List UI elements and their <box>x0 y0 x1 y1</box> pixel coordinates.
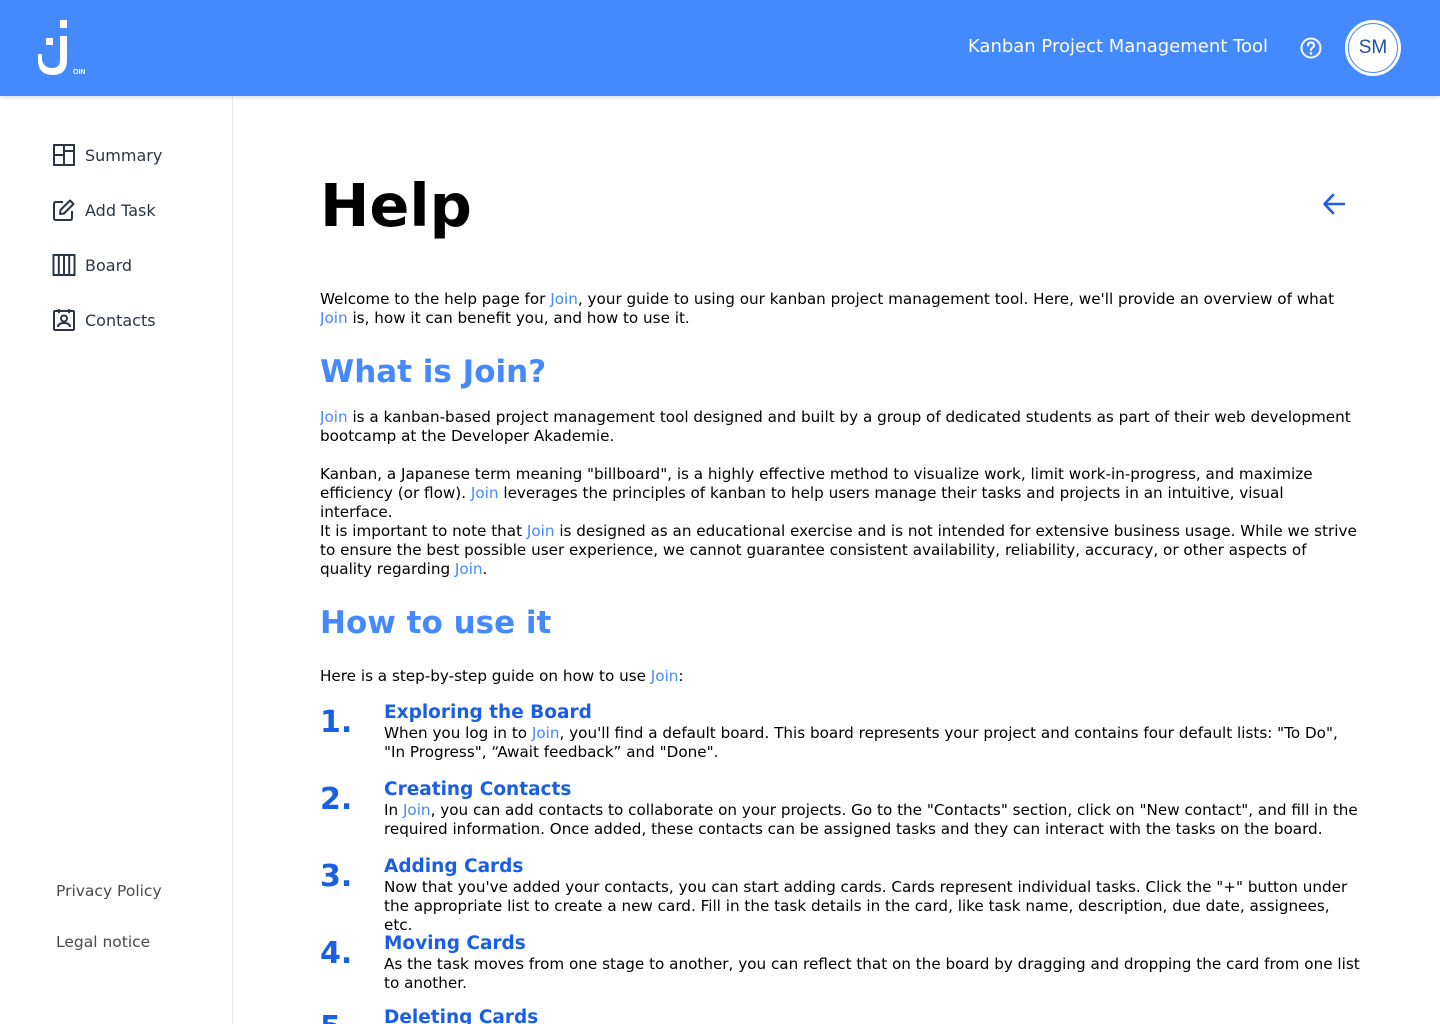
join-link[interactable]: Join <box>471 484 499 502</box>
join-link[interactable]: Join <box>550 290 578 308</box>
section-title-what: What is Join? <box>320 354 547 390</box>
step-number: 3. <box>320 859 353 894</box>
intro-paragraph: Welcome to the help page for Join, your … <box>320 290 1335 327</box>
sidebar-item-label: Board <box>85 255 133 275</box>
logo-text: OIN <box>73 69 85 76</box>
sidebar: Summary Add Task Board Contacts Privacy … <box>0 96 233 1024</box>
join-link[interactable]: Join <box>527 522 555 540</box>
step-text: In Join, you can add contacts to collabo… <box>384 801 1358 838</box>
join-link[interactable]: Join <box>455 560 483 578</box>
sidebar-item-label: Summary <box>85 145 163 165</box>
main-content: Help Welcome to the help page for Join, … <box>320 96 1360 1024</box>
step-title: Adding Cards <box>384 856 524 877</box>
step-number: 5. <box>320 1010 352 1024</box>
sidebar-item-label: Add Task <box>85 200 156 220</box>
sidebar-item-label: Contacts <box>85 310 156 330</box>
sidebar-item-add-task[interactable]: Add Task <box>52 197 156 223</box>
sidebar-item-contacts[interactable]: Contacts <box>52 307 156 333</box>
legal-notice-link[interactable]: Legal notice <box>56 933 150 951</box>
help-icon[interactable] <box>1300 37 1322 59</box>
step-number: 2. <box>320 782 353 817</box>
user-initials: SM <box>1349 24 1397 72</box>
what-paragraph-3: It is important to note that Join is des… <box>320 522 1357 578</box>
privacy-policy-link[interactable]: Privacy Policy <box>56 882 162 900</box>
top-header: OIN Kanban Project Management Tool SM <box>0 0 1440 96</box>
join-link[interactable]: Join <box>320 309 348 327</box>
user-avatar[interactable]: SM <box>1345 20 1401 76</box>
board-icon <box>52 254 76 276</box>
sidebar-item-summary[interactable]: Summary <box>52 142 162 168</box>
join-link[interactable]: Join <box>320 408 348 426</box>
header-title: Kanban Project Management Tool <box>967 36 1268 57</box>
page-title: Help <box>320 171 472 240</box>
step-text: As the task moves from one stage to anot… <box>384 955 1360 992</box>
step-number: 4. <box>320 936 353 971</box>
back-arrow-icon[interactable] <box>1321 191 1347 217</box>
contacts-icon <box>53 309 75 331</box>
join-logo[interactable]: OIN <box>38 20 90 76</box>
join-link[interactable]: Join <box>532 724 560 742</box>
step-text: Now that you've added your contacts, you… <box>384 878 1348 934</box>
step-text: When you log in to Join, you'll find a d… <box>384 724 1338 761</box>
sidebar-item-board[interactable]: Board <box>52 252 132 278</box>
section-title-how: How to use it <box>320 605 552 641</box>
join-link[interactable]: Join <box>651 667 679 685</box>
step-title: Exploring the Board <box>384 702 592 723</box>
what-paragraph-2: Kanban, a Japanese term meaning "billboa… <box>320 465 1313 521</box>
how-intro-paragraph: Here is a step-by-step guide on how to u… <box>320 667 684 685</box>
join-link[interactable]: Join <box>403 801 431 819</box>
step-title: Deleting Cards <box>384 1007 539 1024</box>
step-title: Moving Cards <box>384 933 526 954</box>
what-paragraph-1: Join is a kanban-based project managemen… <box>320 408 1351 445</box>
edit-icon <box>53 199 75 221</box>
step-number: 1. <box>320 705 353 740</box>
step-title: Creating Contacts <box>384 779 572 800</box>
summary-icon <box>53 144 75 166</box>
